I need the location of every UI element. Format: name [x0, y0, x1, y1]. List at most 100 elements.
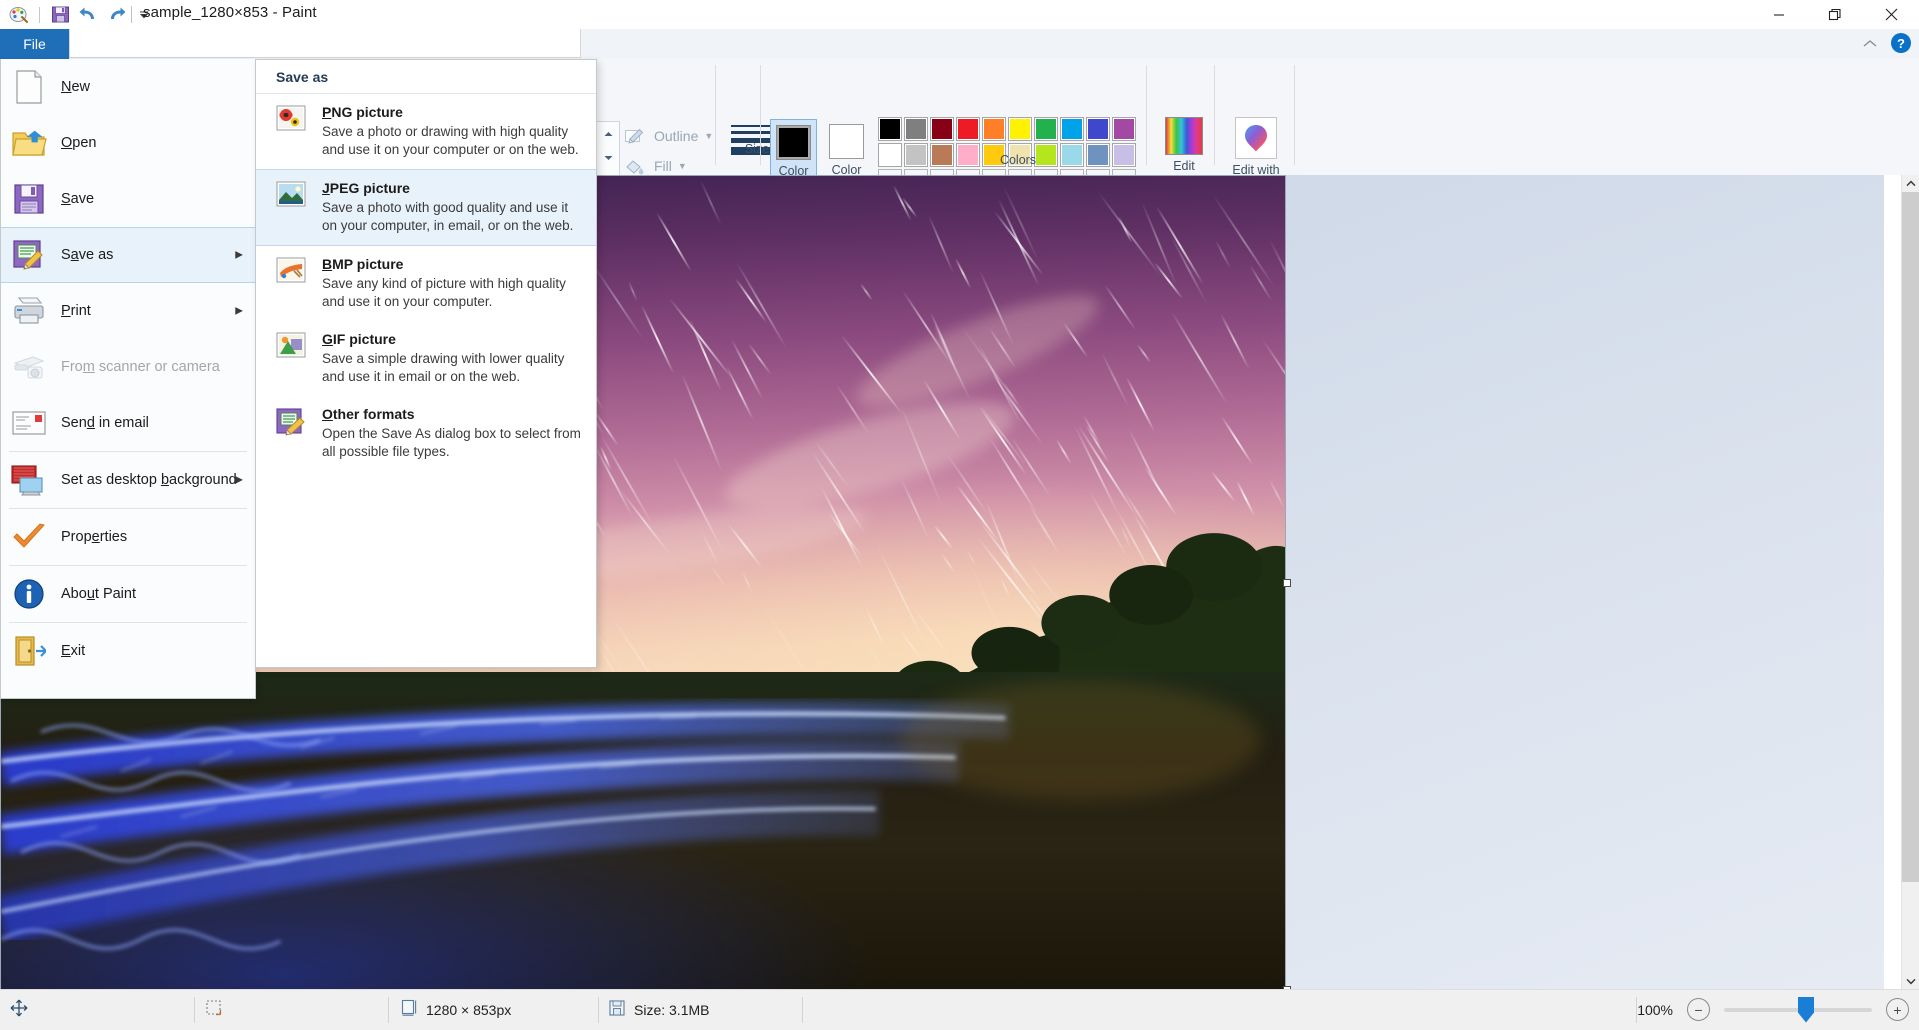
file-menu-item-label: Set as desktop background	[61, 472, 237, 488]
file-menu-item-print[interactable]: Print▶	[1, 283, 255, 339]
file-menu-item-open[interactable]: Open	[1, 115, 255, 171]
palette-swatch-1-8[interactable]	[1060, 117, 1084, 141]
undo-icon[interactable]	[75, 3, 101, 27]
status-selection-size	[205, 990, 223, 1029]
vertical-scrollbar[interactable]	[1901, 175, 1919, 990]
status-divider-3	[598, 997, 599, 1023]
edit-colors-icon	[1165, 117, 1203, 155]
scroll-up-chevron-up-icon[interactable]	[1902, 175, 1919, 192]
palette-swatch-1-7[interactable]	[1034, 117, 1058, 141]
ribbon-tab-strip: File	[0, 29, 1919, 60]
outline-label: Outline	[654, 128, 698, 144]
about-info-icon	[9, 574, 49, 614]
file-menu-item-save-as[interactable]: Save as ▶	[1, 227, 255, 283]
minimize-icon[interactable]	[1751, 0, 1807, 29]
edit-colors-label-1: Edit	[1154, 158, 1214, 174]
swatch-color	[1088, 119, 1108, 139]
title-bar: sample_1280×853 - Paint	[0, 0, 1919, 29]
submenu-item-other-formats[interactable]: Other formatsOpen the Save As dialog box…	[256, 396, 596, 471]
file-menu-item-set-as-desktop-background[interactable]: Set as desktop background▶	[1, 452, 255, 508]
ribbon-divider-5	[1214, 65, 1215, 165]
scroll-down-chevron-down-icon[interactable]	[1902, 973, 1919, 990]
file-menu-item-label: About Paint	[61, 586, 136, 602]
outline-button[interactable]: Outline ▼	[622, 121, 722, 151]
desktop-background-icon	[9, 460, 49, 500]
zoom-level-label: 100%	[1637, 1002, 1673, 1018]
file-menu-item-from-scanner-or-camera: From scanner or camera	[1, 339, 255, 395]
file-menu-item-label: Exit	[61, 643, 85, 659]
submenu-item-description: Save a photo or drawing with high qualit…	[322, 123, 582, 159]
submenu-item-bmp-picture[interactable]: BMP pictureSave any kind of picture with…	[256, 246, 596, 321]
help-icon[interactable]: ?	[1891, 33, 1911, 53]
palette-swatch-1-1[interactable]	[878, 117, 902, 141]
qat-divider-1	[39, 7, 40, 23]
scanner-icon	[9, 347, 49, 387]
ribbon-tab-area	[69, 29, 581, 58]
png-picture-icon	[274, 104, 308, 135]
file-menu-item-label: Save as	[61, 247, 113, 263]
save-icon[interactable]	[47, 3, 73, 27]
palette-swatch-1-6[interactable]	[1008, 117, 1032, 141]
file-backstage-menu: New Open Save Save as ▶ Print▶From scanner or…	[0, 59, 256, 699]
palette-swatch-1-3[interactable]	[930, 117, 954, 141]
color-1-swatch-frame	[776, 125, 811, 160]
submenu-title: Save as	[256, 60, 596, 94]
status-dimensions: 1280 × 853px	[400, 990, 511, 1029]
redo-icon[interactable]	[103, 3, 129, 27]
zoom-out-button[interactable]: −	[1687, 998, 1710, 1021]
file-menu-item-send-in-email[interactable]: Send in email	[1, 395, 255, 451]
status-divider-4	[802, 997, 803, 1023]
crosshair-position-icon	[10, 999, 28, 1020]
zoom-in-button[interactable]: +	[1886, 998, 1909, 1021]
submenu-item-jpeg-picture[interactable]: JPEG pictureSave a photo with good quali…	[256, 169, 596, 246]
file-menu-item-properties[interactable]: Properties	[1, 509, 255, 565]
swatch-color	[1036, 119, 1056, 139]
jpeg-picture-icon	[274, 180, 308, 211]
status-filesize: Size: 3.1MB	[608, 990, 709, 1029]
file-menu-item-new[interactable]: New	[1, 59, 255, 115]
file-menu-item-exit[interactable]: Exit	[1, 623, 255, 679]
file-menu-item-about-paint[interactable]: About Paint	[1, 566, 255, 622]
file-menu-item-label: New	[61, 79, 90, 95]
outline-chevron-down-icon[interactable]: ▼	[704, 131, 713, 141]
palette-swatch-1-5[interactable]	[982, 117, 1006, 141]
vertical-scroll-thumb[interactable]	[1902, 192, 1919, 882]
maximize-icon[interactable]	[1807, 0, 1863, 29]
submenu-item-gif-picture[interactable]: GIF picture Save a simple drawing with lo…	[256, 321, 596, 396]
shapes-scroll-up-icon[interactable]	[597, 122, 619, 146]
submenu-item-description: Open the Save As dialog box to select fr…	[322, 425, 582, 461]
canvas-resize-handle-right[interactable]	[1283, 579, 1291, 587]
submenu-item-title: PNG picture	[322, 104, 582, 120]
paint-app-icon[interactable]	[6, 3, 32, 27]
open-folder-icon	[9, 123, 49, 163]
fill-label: Fill	[654, 158, 672, 174]
file-menu-item-save[interactable]: Save	[1, 171, 255, 227]
submenu-item-png-picture[interactable]: PNG picture Save a photo or drawing with …	[256, 94, 596, 169]
ribbon-divider-6	[1294, 65, 1295, 165]
fill-chevron-down-icon[interactable]: ▼	[678, 161, 687, 171]
email-icon	[9, 403, 49, 443]
ribbon-divider-3	[760, 65, 761, 165]
shapes-scroll-down-icon[interactable]	[597, 146, 619, 170]
file-menu-item-label: Open	[61, 135, 96, 151]
submenu-chevron-right-icon: ▶	[235, 250, 243, 261]
quick-access-toolbar	[6, 2, 157, 27]
palette-swatch-1-2[interactable]	[904, 117, 928, 141]
color-1-swatch	[779, 128, 808, 157]
palette-swatch-1-4[interactable]	[956, 117, 980, 141]
submenu-item-description: Save a simple drawing with lower quality…	[322, 350, 582, 386]
tab-file[interactable]: File	[0, 29, 69, 59]
close-icon[interactable]	[1863, 0, 1919, 29]
palette-swatch-1-9[interactable]	[1086, 117, 1110, 141]
file-menu-item-label: Save	[61, 191, 94, 207]
palette-swatch-1-10[interactable]	[1112, 117, 1136, 141]
canvas-size-icon	[400, 999, 418, 1020]
ribbon-divider-4	[1146, 65, 1147, 165]
submenu-item-title: GIF picture	[322, 331, 582, 347]
paint3d-icon	[1235, 117, 1277, 159]
status-divider-1	[194, 997, 195, 1023]
save-as-submenu: Save as PNG picture Save a photo or drawi…	[255, 59, 597, 668]
zoom-slider-track[interactable]	[1724, 1008, 1872, 1012]
collapse-ribbon-chevron-up-icon[interactable]	[1861, 34, 1879, 52]
zoom-slider-thumb[interactable]	[1798, 997, 1814, 1023]
